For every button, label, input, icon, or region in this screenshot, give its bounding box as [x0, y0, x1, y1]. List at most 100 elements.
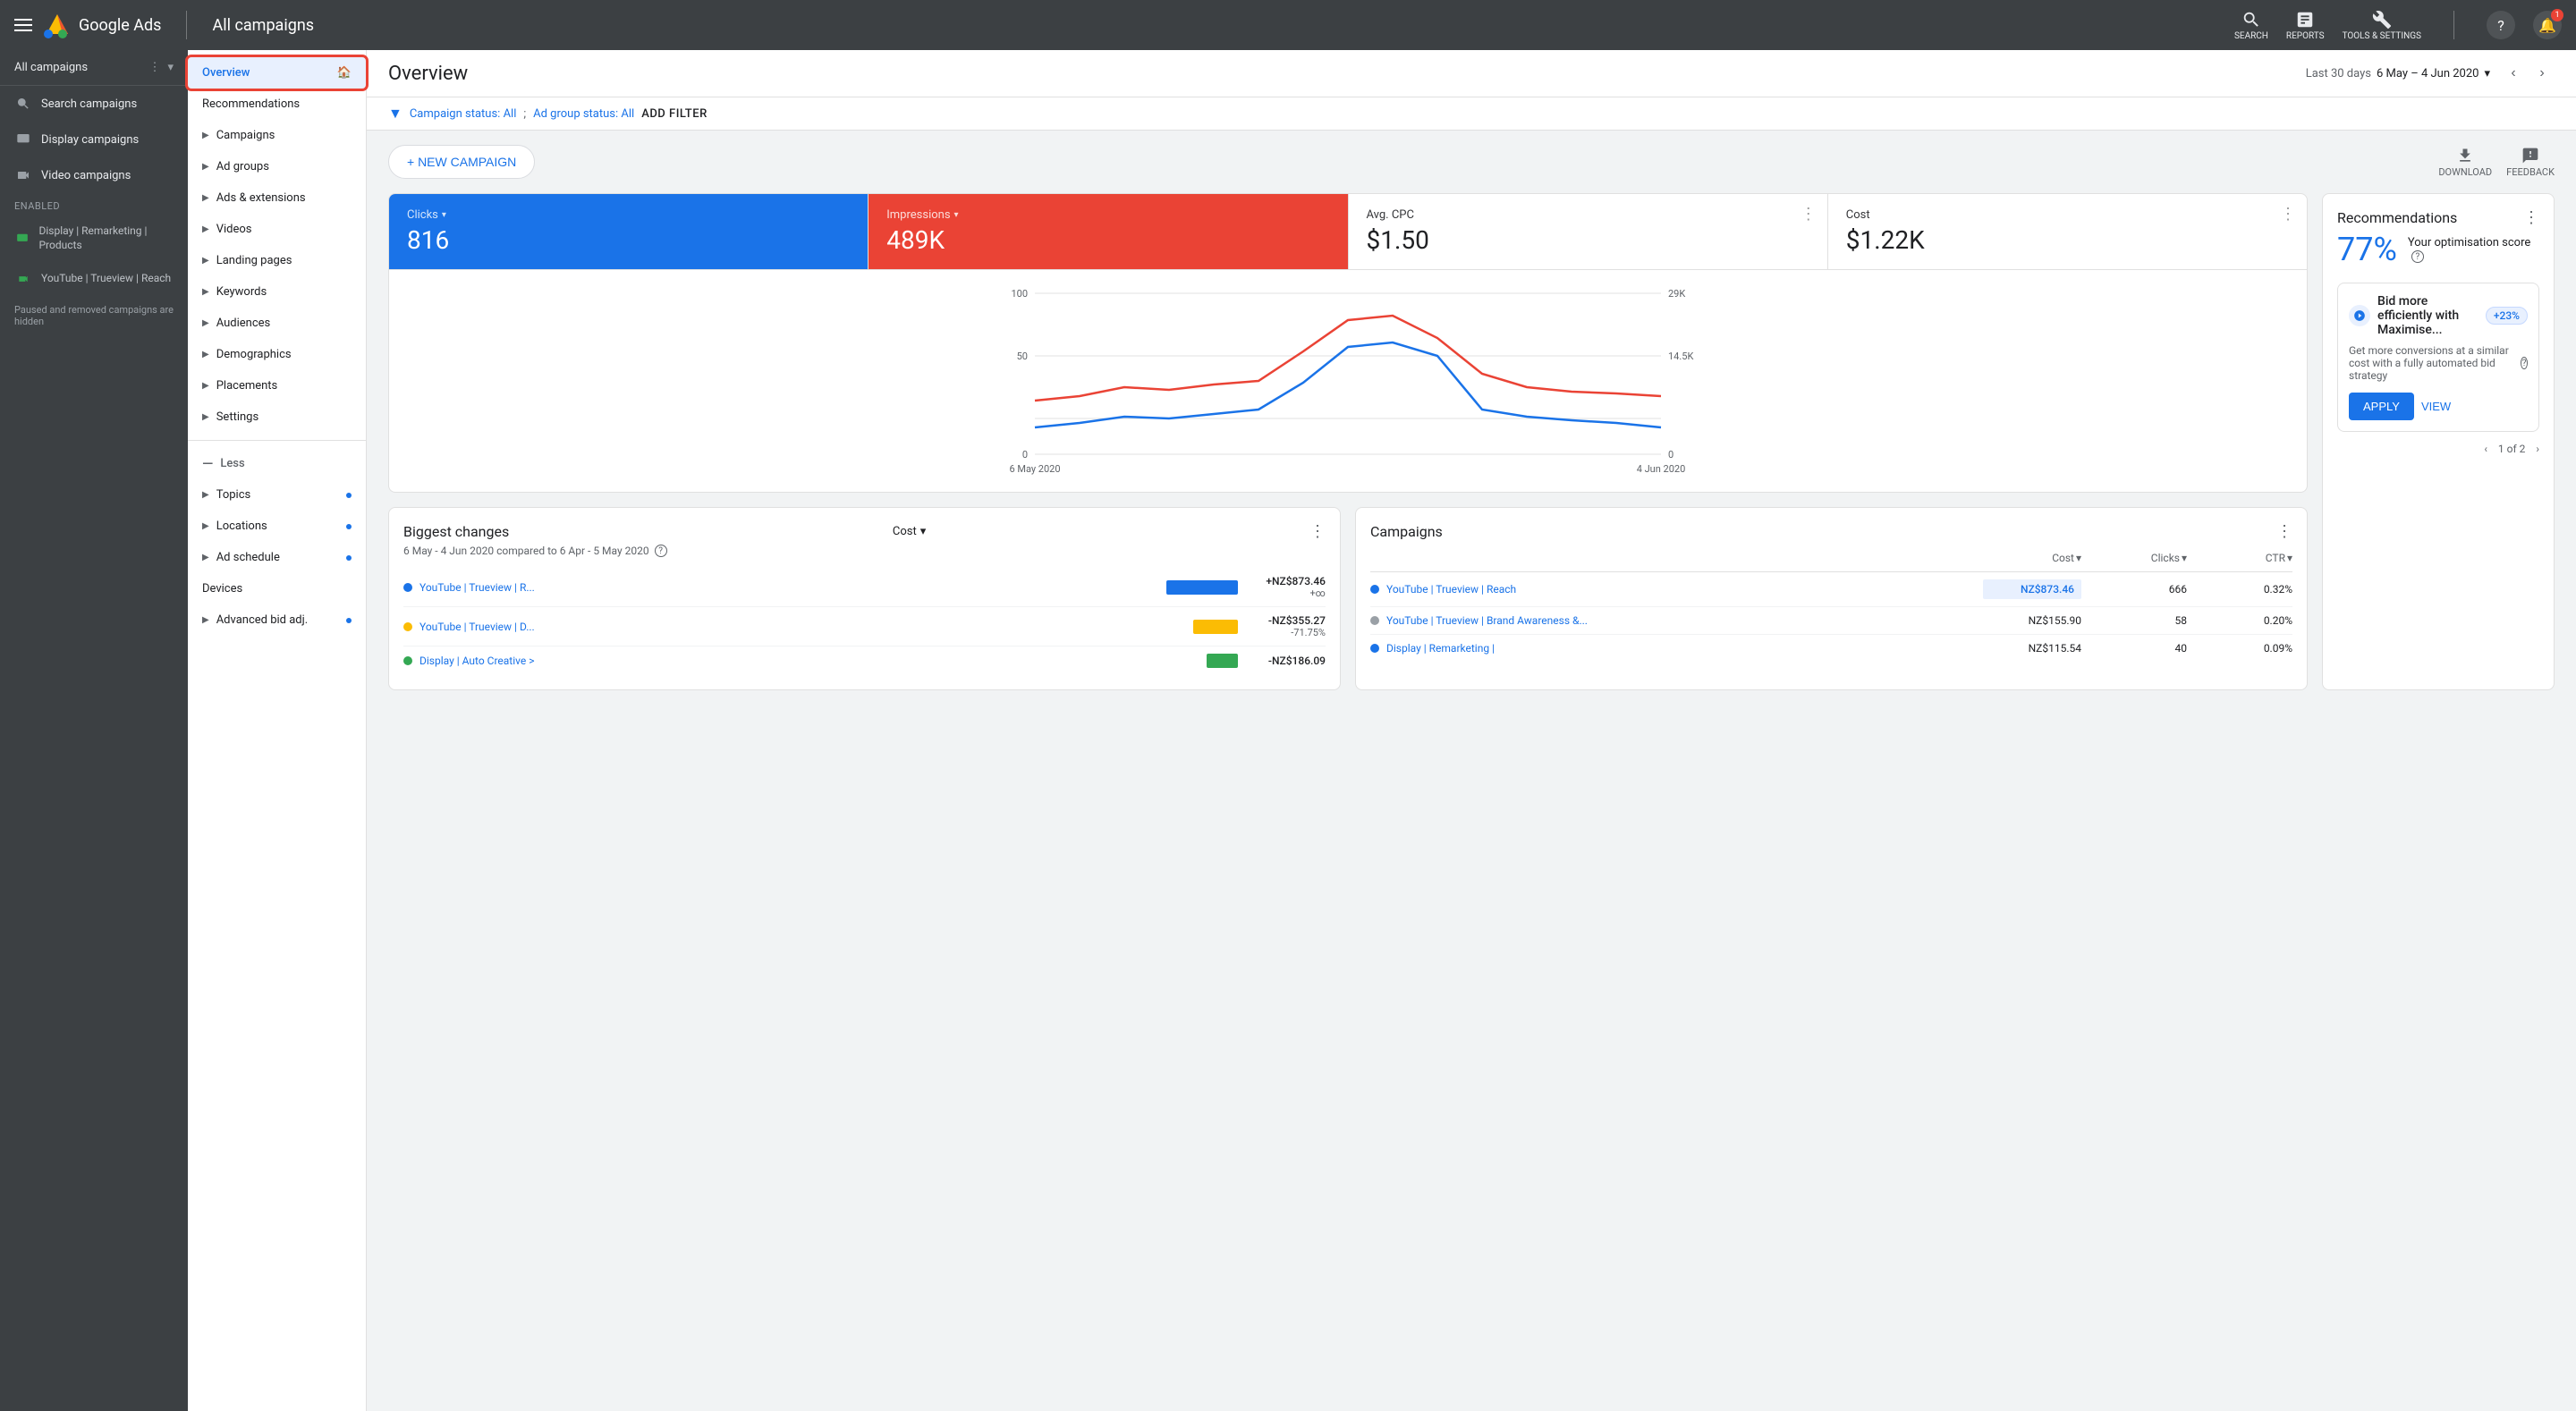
subnav-item-demographics[interactable]: ▶ Demographics: [188, 339, 366, 370]
search-nav-button[interactable]: SEARCH: [2234, 10, 2268, 41]
subnav-item-advanced-bid[interactable]: ▶ Advanced bid adj.: [188, 604, 366, 636]
subnav-item-keywords[interactable]: ▶ Keywords: [188, 276, 366, 308]
subnav-item-recommendations[interactable]: Recommendations: [188, 89, 366, 120]
clicks-label: Clicks ▾: [407, 208, 850, 222]
subnav-item-ads-extensions[interactable]: ▶ Ads & extensions: [188, 182, 366, 214]
chevron-demographics-icon: ▶: [202, 350, 209, 359]
rec-apply-button[interactable]: APPLY: [2349, 393, 2414, 420]
rec-info-icon[interactable]: ?: [2411, 250, 2424, 263]
sub-sidebar: Overview 🏠 Recommendations ▶ Campaigns ▶…: [188, 50, 367, 1411]
changes-name-1[interactable]: YouTube | Trueview | R...: [419, 581, 1159, 594]
row-name-1[interactable]: YouTube | Trueview | Reach: [1386, 583, 1976, 596]
changes-name-2[interactable]: YouTube | Trueview | D...: [419, 621, 1186, 633]
videos-label: Videos: [216, 223, 252, 236]
subnav-item-overview[interactable]: Overview 🏠: [188, 57, 366, 89]
changes-dot-1: [403, 583, 412, 592]
tools-nav-button[interactable]: TOOLS & SETTINGS: [2343, 10, 2421, 41]
rec-prev-button[interactable]: ‹: [2484, 443, 2487, 455]
biggest-changes-more-icon[interactable]: ⋮: [1309, 522, 1326, 541]
date-label: Last 30 days: [2306, 67, 2371, 80]
col-ctr[interactable]: CTR ▾: [2194, 552, 2292, 564]
subnav-item-settings[interactable]: ▶ Settings: [188, 401, 366, 433]
youtube-trueview-label: YouTube | Trueview | Reach: [41, 272, 171, 286]
subnav-item-audiences[interactable]: ▶ Audiences: [188, 308, 366, 339]
date-next-button[interactable]: ›: [2529, 61, 2555, 86]
rec-pct-value: 77%: [2337, 231, 2397, 268]
rec-view-button[interactable]: VIEW: [2421, 393, 2451, 420]
filter-separator: ;: [523, 107, 526, 121]
adgroup-status-label: Ad group status:: [533, 107, 618, 121]
subnav-less-button[interactable]: — Less: [188, 448, 366, 479]
changes-value-1: +NZ$873.46 +∞: [1245, 575, 1326, 599]
rec-item-title: Bid more efficiently with Maximise...: [2377, 294, 2486, 337]
rec-desc-info-icon[interactable]: ?: [2521, 357, 2528, 369]
cost-more-icon[interactable]: ⋮: [2280, 205, 2296, 224]
campaign-status-label: Campaign status:: [410, 107, 500, 121]
subnav-item-ad-schedule[interactable]: ▶ Ad schedule: [188, 542, 366, 573]
sidebar-item-video-campaigns[interactable]: Video campaigns: [0, 157, 188, 193]
sidebar-item-display-campaigns[interactable]: Display campaigns: [0, 122, 188, 157]
svg-text:6 May 2020: 6 May 2020: [1009, 463, 1060, 475]
row-name-2[interactable]: YouTube | Trueview | Brand Awareness &..…: [1386, 614, 1976, 627]
date-range-selector[interactable]: Last 30 days 6 May – 4 Jun 2020 ▾: [2306, 67, 2490, 80]
biggest-changes-sort[interactable]: Cost ▾: [893, 525, 926, 538]
svg-text:0: 0: [1022, 449, 1028, 460]
landing-pages-label: Landing pages: [216, 254, 292, 267]
content-area: + NEW CAMPAIGN DOWNLOAD FEEDBACK: [367, 131, 2576, 705]
ads-extensions-label: Ads & extensions: [216, 191, 306, 205]
changes-bar-1: [1166, 580, 1238, 595]
subnav-item-videos[interactable]: ▶ Videos: [188, 214, 366, 245]
date-prev-button[interactable]: ‹: [2501, 61, 2526, 86]
new-campaign-button[interactable]: + NEW CAMPAIGN: [388, 145, 535, 179]
metric-impressions[interactable]: Impressions ▾ 489K: [869, 194, 1348, 269]
rec-next-button[interactable]: ›: [2536, 443, 2539, 455]
sidebar-item-search-campaigns[interactable]: Search campaigns: [0, 86, 188, 122]
adgroup-status-filter[interactable]: Ad group status: All: [533, 107, 634, 121]
info-icon[interactable]: ?: [655, 545, 667, 557]
page-header-right: Last 30 days 6 May – 4 Jun 2020 ▾ ‹ ›: [2306, 61, 2555, 86]
subnav-item-landing-pages[interactable]: ▶ Landing pages: [188, 245, 366, 276]
changes-bar-3: [1207, 654, 1238, 668]
campaign-status-filter[interactable]: Campaign status: All: [410, 107, 517, 121]
avg-cpc-more-icon[interactable]: ⋮: [1801, 205, 1817, 224]
biggest-changes-title: Biggest changes: [403, 523, 509, 540]
help-button[interactable]: ?: [2487, 11, 2515, 39]
subnav-item-topics[interactable]: ▶ Topics: [188, 479, 366, 511]
metric-clicks[interactable]: Clicks ▾ 816: [389, 194, 869, 269]
row-name-3[interactable]: Display | Remarketing |: [1386, 642, 1976, 655]
download-button[interactable]: DOWNLOAD: [2438, 147, 2492, 178]
chevron-topics-icon: ▶: [202, 490, 209, 500]
subnav-item-ad-groups[interactable]: ▶ Ad groups: [188, 151, 366, 182]
chevron-ads-icon: ▶: [202, 193, 209, 203]
add-filter-button[interactable]: ADD FILTER: [641, 107, 708, 121]
reports-nav-button[interactable]: REPORTS: [2286, 10, 2325, 41]
metric-avg-cpc[interactable]: Avg. CPC $1.50 ⋮: [1349, 194, 1828, 269]
hamburger-menu[interactable]: [14, 19, 32, 31]
changes-name-3[interactable]: Display | Auto Creative >: [419, 655, 1199, 667]
subnav-item-locations[interactable]: ▶ Locations: [188, 511, 366, 542]
svg-text:29K: 29K: [1668, 288, 1685, 300]
chevron-landing-icon: ▶: [202, 256, 209, 266]
col-clicks[interactable]: Clicks ▾: [2089, 552, 2187, 564]
notifications-button[interactable]: 🔔 1: [2533, 11, 2562, 39]
feedback-button[interactable]: FEEDBACK: [2506, 147, 2555, 178]
dropdown-icon[interactable]: ▾: [167, 61, 174, 74]
left-sidebar: All campaigns ⋮ ▾ Search campaigns Displ…: [0, 50, 188, 1411]
less-label: Less: [220, 457, 244, 470]
row-cost-3: NZ$115.54: [1983, 642, 2081, 655]
rec-more-icon[interactable]: ⋮: [2523, 208, 2539, 227]
metric-cost[interactable]: Cost $1.22K ⋮: [1828, 194, 2307, 269]
subnav-item-campaigns[interactable]: ▶ Campaigns: [188, 120, 366, 151]
sidebar-item-youtube-trueview[interactable]: YouTube | Trueview | Reach: [0, 261, 188, 297]
subnav-item-placements[interactable]: ▶ Placements: [188, 370, 366, 401]
svg-text:14.5K: 14.5K: [1668, 351, 1693, 362]
rec-item: Bid more efficiently with Maximise... +2…: [2337, 283, 2539, 432]
sidebar-header-icons: ⋮ ▾: [148, 61, 174, 74]
campaigns-more-icon[interactable]: ⋮: [2276, 522, 2292, 541]
sidebar-item-display-remarketing[interactable]: Display | Remarketing | Products: [0, 215, 188, 261]
display-remarketing-icon: [14, 230, 30, 248]
more-options-icon[interactable]: ⋮: [148, 61, 160, 74]
biggest-changes-subtitle: 6 May - 4 Jun 2020 compared to 6 Apr - 5…: [403, 545, 1326, 557]
col-cost[interactable]: Cost ▾: [1983, 552, 2081, 564]
subnav-item-devices[interactable]: Devices: [188, 573, 366, 604]
